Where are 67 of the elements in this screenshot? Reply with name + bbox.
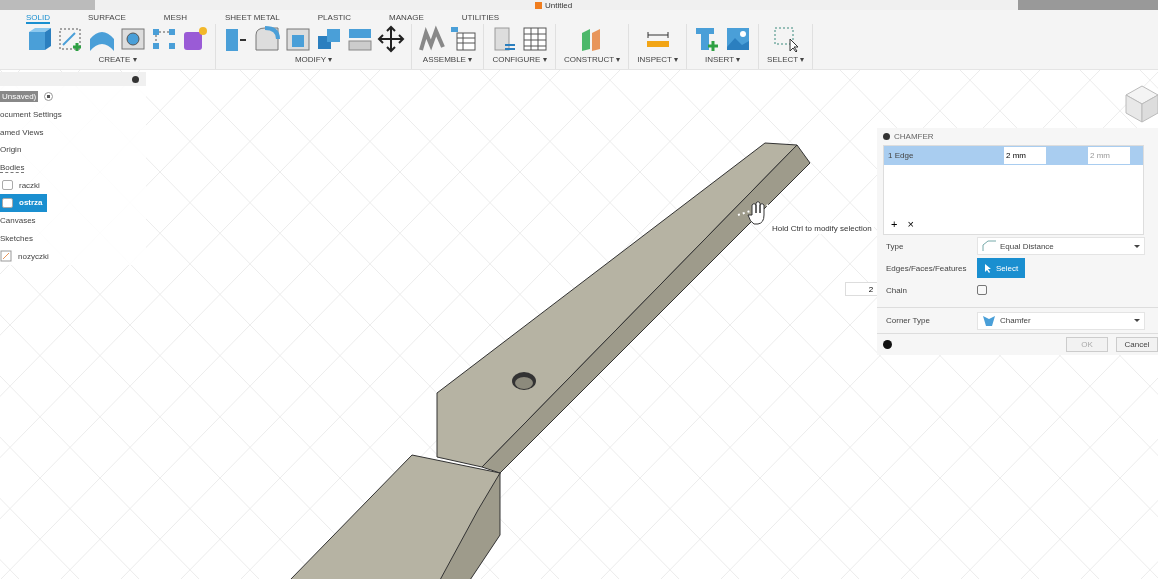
table-tool[interactable] — [449, 25, 477, 53]
dropdown[interactable]: Equal Distance — [977, 237, 1145, 255]
hand-cursor-icon — [747, 201, 765, 225]
field-label: Edges/Faces/Features — [886, 263, 968, 273]
tree-item[interactable]: Origin — [0, 141, 26, 159]
remove-button[interactable]: × — [904, 218, 917, 230]
tooltip: Hold Ctrl to modify selection — [770, 223, 874, 234]
document-title: Untitled — [535, 0, 573, 10]
radio-icon[interactable] — [44, 92, 54, 102]
chamfer-type-icon — [982, 240, 996, 252]
toolbar-menu[interactable]: INSPECT ▾ — [635, 54, 681, 65]
add-button[interactable]: + — [888, 218, 901, 230]
checkbox-icon[interactable] — [2, 180, 13, 191]
joint-tool[interactable] — [418, 25, 446, 53]
selection-row[interactable]: 1 Edge 2 mm 2 mm — [884, 146, 1143, 165]
tab[interactable]: PLASTIC — [317, 10, 352, 24]
cancel-button[interactable]: Cancel — [1116, 337, 1158, 352]
checkbox[interactable] — [977, 285, 987, 295]
tree-item[interactable]: Unsaved) — [0, 88, 58, 106]
select-button[interactable]: Select — [977, 258, 1026, 278]
hole-tool[interactable] — [119, 25, 147, 53]
star-box-icon — [181, 25, 209, 53]
tree-item[interactable]: amed Views — [0, 123, 48, 142]
selection-label: 1 Edge — [888, 151, 915, 160]
field-label: Corner Type — [886, 316, 931, 325]
view-cube-icon — [1125, 85, 1158, 123]
tree-item[interactable]: ocument Settings — [0, 105, 66, 124]
dropdown-value: Chamfer — [1000, 316, 1032, 325]
field-label: Type — [886, 241, 905, 251]
star-box-tool[interactable] — [181, 25, 209, 53]
toolbar-menu[interactable]: CREATE ▾ — [96, 54, 139, 65]
fillet-tool[interactable] — [253, 25, 281, 53]
corner-icon — [982, 314, 996, 327]
tab[interactable]: MANAGE — [389, 10, 424, 24]
distance-field[interactable]: 2 mm — [1004, 147, 1046, 164]
joint-icon — [418, 25, 446, 53]
tab[interactable]: SURFACE — [88, 10, 126, 24]
select-box-tool[interactable] — [771, 25, 800, 53]
info-icon[interactable] — [883, 340, 892, 349]
table-tool[interactable] — [521, 25, 549, 53]
checkbox-icon[interactable] — [2, 197, 13, 208]
dropdown-value: Equal Distance — [1000, 241, 1055, 251]
collapse-icon[interactable] — [132, 75, 139, 83]
dropdown[interactable]: Chamfer — [977, 311, 1145, 330]
collapse-icon[interactable] — [883, 133, 890, 140]
tree-item[interactable]: Bodies — [0, 158, 29, 177]
tab[interactable]: UTILITIES — [461, 10, 500, 24]
box-icon — [26, 25, 54, 53]
tree-item[interactable]: nozyczki — [0, 247, 53, 265]
toolbar-menu[interactable]: CONSTRUCT ▾ — [562, 54, 623, 65]
move-icon — [377, 25, 405, 53]
box-tool[interactable] — [26, 25, 54, 53]
toolbar-menu[interactable]: CONFIGURE ▾ — [490, 54, 549, 65]
toolbar-menu[interactable]: SELECT ▾ — [765, 54, 807, 65]
tree-item[interactable]: ostrza — [0, 194, 47, 212]
toolbar-menu[interactable]: MODIFY ▾ — [292, 54, 335, 65]
tab[interactable]: SHEET METAL — [224, 10, 280, 24]
shell-tool[interactable] — [284, 25, 312, 53]
move-tool[interactable] — [377, 25, 405, 53]
dialog-title: CHAMFER — [894, 132, 934, 141]
toolbar-menu[interactable]: ASSEMBLE ▾ — [420, 54, 475, 65]
tree-item[interactable]: Canvases — [0, 211, 40, 230]
tab[interactable]: MESH — [163, 10, 187, 24]
toolbar-menu[interactable]: INSERT ▾ — [702, 54, 743, 65]
tree-item[interactable]: raczki — [0, 176, 44, 195]
cursor-icon — [984, 263, 992, 273]
tree-item[interactable]: Sketches — [0, 229, 37, 248]
